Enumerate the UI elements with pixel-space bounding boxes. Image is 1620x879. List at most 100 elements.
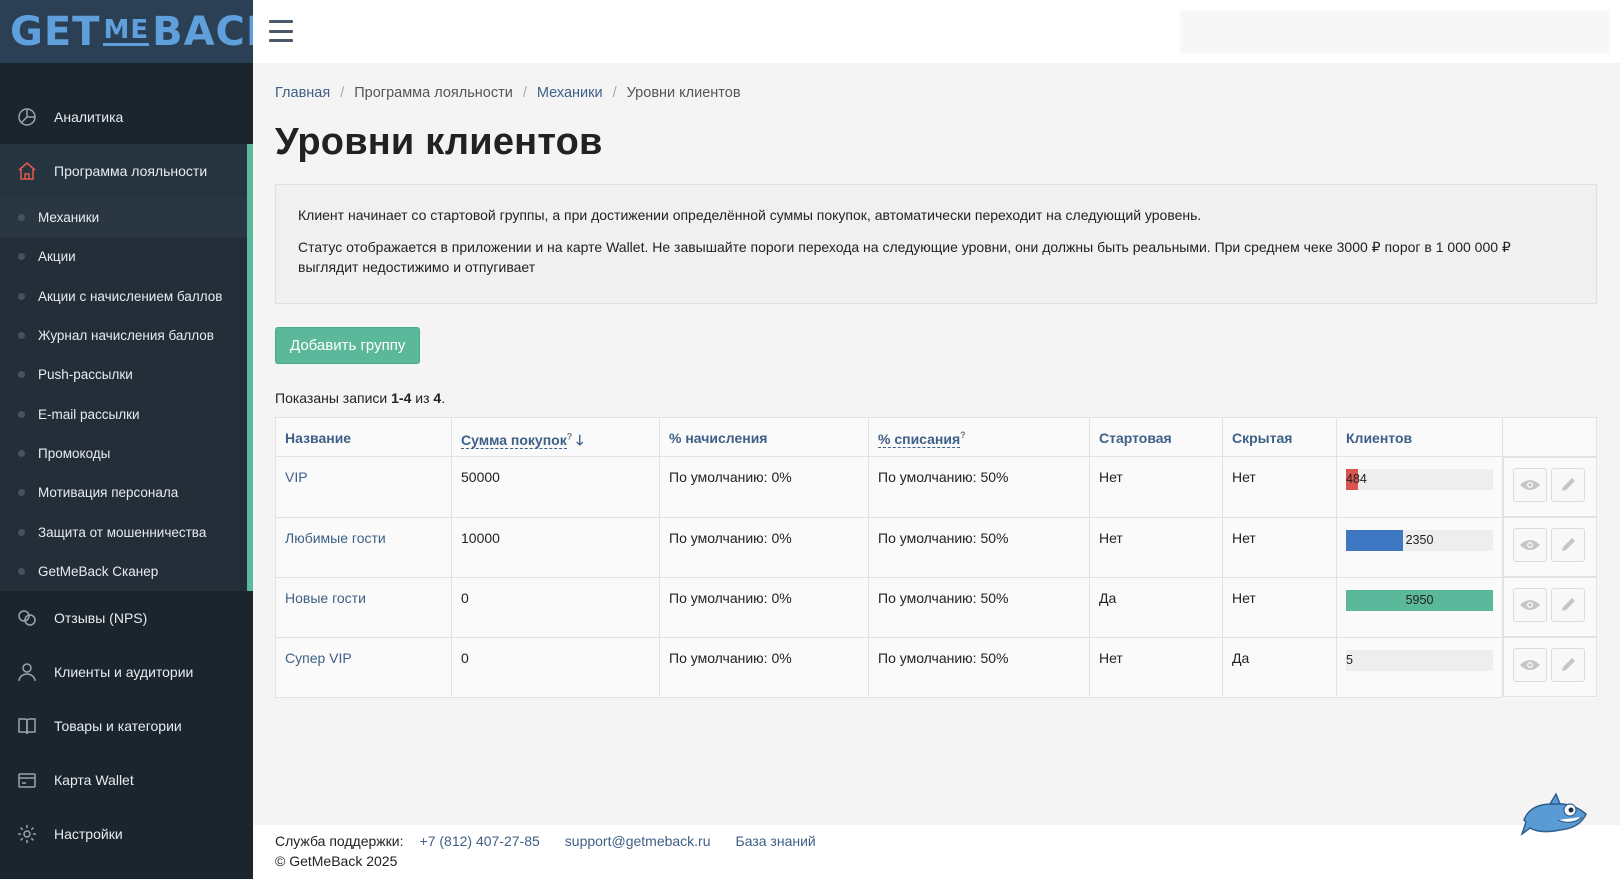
sidebar-subitem-points-log[interactable]: Журнал начисления баллов [0,316,247,355]
edit-button[interactable] [1551,588,1585,622]
cell-writeoff: По умолчанию: 50% [868,576,1090,638]
breadcrumb-loyalty: Программа лояльности [354,85,513,101]
support-phone-link[interactable]: +7 (812) 407-27-85 [420,833,540,849]
clients-count: 2350 [1405,532,1434,547]
support-label: Служба поддержки: [275,833,404,849]
clients-count: 484 [1346,472,1367,486]
group-name-link[interactable]: Любимые гости [285,530,386,546]
pencil-icon [1562,538,1575,551]
breadcrumb: Главная / Программа лояльности / Механик… [275,85,741,101]
cell-accrual: По умолчанию: 0% [659,456,869,518]
col-sum-sort[interactable]: Сумма покупок? 🡓 [451,417,660,457]
sidebar-item-clients[interactable]: Клиенты и аудитории [0,645,253,699]
cell-hidden: Да [1222,636,1337,698]
eye-icon [1520,600,1540,610]
view-button[interactable] [1513,528,1547,562]
view-button[interactable] [1513,648,1547,682]
cell-accrual: По умолчанию: 0% [659,576,869,638]
support-email-link[interactable]: support@getmeback.ru [565,833,711,849]
table-row: Супер VIP 0 По умолчанию: 0% По умолчани… [275,636,1597,698]
cell-sum: 0 [451,576,660,638]
cell-start: Да [1089,576,1223,638]
gear-icon [16,823,38,845]
cell-writeoff: По умолчанию: 50% [868,516,1090,578]
col-writeoff: % списания? [868,417,1090,457]
page-title: Уровни клиентов [275,121,603,163]
shark-mascot-icon[interactable] [1520,790,1590,840]
col-actions [1502,417,1597,457]
sidebar: GET ME BACK Аналитика Программа лояльности… [0,0,277,879]
cell-hidden: Нет [1222,576,1337,638]
info-box: Клиент начинает со стартовой группы, а п… [275,184,1597,304]
topbar [253,0,1620,63]
sidebar-subitem-push[interactable]: Push-рассылки [0,355,247,394]
cell-name: Супер VIP [275,636,452,698]
sort-down-icon: 🡓 [576,432,584,448]
breadcrumb-mechanics[interactable]: Механики [537,85,603,101]
view-button[interactable] [1513,468,1547,502]
sidebar-item-analytics[interactable]: Аналитика [0,90,253,144]
sidebar-item-settings[interactable]: Настройки [0,807,253,861]
sidebar-subitem-promotions[interactable]: Акции [0,237,247,276]
cell-start: Нет [1089,636,1223,698]
cell-start: Нет [1089,516,1223,578]
cell-clients: 5950 [1336,576,1503,638]
cell-sum: 10000 [451,516,660,578]
cell-hidden: Нет [1222,516,1337,578]
group-name-link[interactable]: Супер VIP [285,650,352,666]
sidebar-item-loyalty[interactable]: Программа лояльности [0,144,253,198]
sidebar-subitem-promocodes[interactable]: Промокоды [0,434,247,473]
cell-writeoff: По умолчанию: 50% [868,636,1090,698]
sidebar-subitem-scanner[interactable]: GetMeBack Сканер [0,552,247,591]
cell-clients: 2350 [1336,516,1503,578]
sidebar-item-wallet[interactable]: Карта Wallet [0,753,253,807]
view-button[interactable] [1513,588,1547,622]
clients-progress-bar: 5 [1346,649,1493,671]
col-hidden: Скрытая [1222,417,1337,457]
breadcrumb-home[interactable]: Главная [275,85,330,101]
info-text-1: Клиент начинает со стартовой группы, а п… [298,207,1202,223]
sidebar-subitem-staff-motivation[interactable]: Мотивация персонала [0,473,247,512]
top-account-panel [1180,10,1610,54]
sidebar-item-reviews[interactable]: Отзывы (NPS) [0,591,253,645]
sidebar-subitem-mechanics[interactable]: Механики [0,198,247,238]
cell-actions [1503,637,1597,697]
cell-actions [1503,517,1597,577]
clients-progress-bar: 2350 [1346,529,1493,551]
eye-icon [1520,540,1540,550]
footer: Служба поддержки: +7 (812) 407-27-85 sup… [253,825,1620,879]
sidebar-subitem-points-promotions[interactable]: Акции с начислением баллов [0,277,247,316]
edit-button[interactable] [1551,528,1585,562]
cell-accrual: По умолчанию: 0% [659,636,869,698]
sidebar-nav: Аналитика Программа лояльности Механики … [0,90,253,861]
chart-pie-icon [16,106,38,128]
col-accrual: % начисления [659,417,869,457]
group-name-link[interactable]: Новые гости [285,590,366,606]
group-name-link[interactable]: VIP [285,469,308,485]
cell-clients: 484 [1336,456,1503,518]
knowledge-base-link[interactable]: База знаний [736,833,816,849]
add-group-button[interactable]: Добавить группу [275,327,421,364]
cell-start: Нет [1089,456,1223,518]
menu-toggle-icon[interactable] [269,20,293,42]
edit-button[interactable] [1551,648,1585,682]
chat-icon [16,607,38,629]
col-clients: Клиентов [1336,417,1503,457]
book-icon [16,715,38,737]
logo[interactable]: GET ME BACK [10,9,278,55]
copyright: © GetMeBack 2025 [275,853,398,869]
edit-button[interactable] [1551,468,1585,502]
loyalty-submenu: Механики Акции Акции с начислением балло… [0,198,253,591]
eye-icon [1520,660,1540,670]
col-name: Название [275,417,452,457]
sidebar-subitem-email[interactable]: E-mail рассылки [0,394,247,433]
cell-actions [1503,457,1597,517]
clients-count: 5 [1346,652,1353,667]
sidebar-item-products[interactable]: Товары и категории [0,699,253,753]
sidebar-subitem-fraud-protection[interactable]: Защита от мошенничества [0,512,247,551]
clients-progress-bar: 484 [1346,469,1493,490]
table-row: Новые гости 0 По умолчанию: 0% По умолча… [275,576,1597,638]
cell-sum: 0 [451,636,660,698]
cell-name: Любимые гости [275,516,452,578]
table-row: Любимые гости 10000 По умолчанию: 0% По … [275,516,1597,578]
